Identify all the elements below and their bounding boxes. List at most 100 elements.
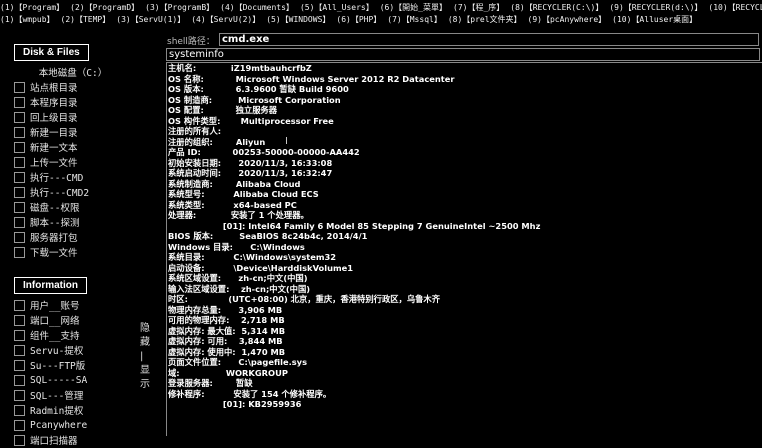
output-line: 虚拟内存: 使用中: 1,470 MB [168,346,286,357]
quick-link[interactable]: (4)【ServU(2)】 [191,15,260,24]
sidebar-item-label: 端口扫描器 [30,436,78,447]
output-line: 输入法区域设置: zh-cn;中文(中国) [168,283,311,294]
sidebar-item[interactable]: SQL---管理 [14,388,124,402]
quick-link[interactable]: (7)【Mssql】 [387,15,442,24]
sidebar-item[interactable]: 磁盘--权限 [14,200,124,214]
output-line: 物理内存总量: 3,906 MB [168,304,283,315]
checkbox-icon [14,359,25,371]
sidebar-item-label: Su---FTP版 [30,361,86,372]
sidebar-item[interactable]: 站点根目录 [14,80,124,94]
quick-link[interactable]: (10)【RECYCLER(e:\)】 [708,3,762,12]
sidebar-item[interactable]: 执行---CMD2 [14,185,124,199]
sidebar-item-label: 服务器打包 [30,233,78,244]
quick-links-row-2: (1)【wmpub】 (2)【TEMP】 (3)【ServU(1)】 (4)【Serv… [0,13,762,26]
quick-link[interactable]: (3)【ServU(1)】 [116,15,185,24]
toggle-char[interactable]: 显 [140,364,154,378]
sidebar-item-label: 执行---CMD2 [30,188,90,199]
sidebar-item-label: Radmin提权 [30,406,84,417]
quick-link[interactable]: (1)【Program】 [0,3,64,12]
sidebar-item-label: 站点根目录 [30,83,78,94]
output-line: 域: WORKGROUP [168,367,288,378]
sidebar-item[interactable]: 本地磁盘（C:） [14,65,124,79]
output-line: 初始安装日期: 2020/11/3, 16:33:08 [168,157,333,168]
sidebar-item[interactable]: Su---FTP版 [14,358,124,372]
quick-link[interactable]: (6)【PHP】 [336,15,381,24]
sidebar-item-label: 新建一文本 [30,143,78,154]
sidebar-item[interactable]: 新建一文本 [14,140,124,154]
toggle-char[interactable]: 示 [140,378,154,392]
disk-files-menu: 本地磁盘（C:） 站点根目录 本程序目录 回上级目录 新建一目录 新建一文本 上传一文件 执行… [12,65,124,259]
checkbox-icon [14,171,25,183]
output-line: 系统区域设置: zh-cn;中文(中国) [168,273,308,283]
sidebar-item[interactable]: 上传一文件 [14,155,124,169]
quick-link[interactable]: (9)【RECYCLER(d:\)】 [609,3,702,12]
sidebar-item[interactable]: 执行---CMD [14,170,124,184]
information-title: Information [14,277,87,294]
sidebar-item[interactable]: Pcanywhere [14,418,124,432]
checkbox-icon [14,216,25,228]
sidebar-item[interactable]: 回上级目录 [14,110,124,124]
sidebar-item[interactable]: 用户__账号 [14,298,124,312]
sidebar-item[interactable]: Radmin提权 [14,403,124,417]
sidebar-item-label: Servu-提权 [30,346,84,357]
sidebar-item[interactable]: 端口__网络 [14,313,124,327]
toggle-char[interactable]: 藏 [140,336,154,350]
quick-link[interactable]: (7)【程_序】 [453,3,504,12]
checkbox-icon [14,111,25,123]
checkbox-icon [14,156,25,168]
quick-link[interactable]: (2)【TEMP】 [61,15,111,24]
output-line: OS 名称: Microsoft Windows Server 2012 R2 … [168,73,455,84]
quick-link[interactable]: (5)【All_Users】 [300,3,374,12]
sidebar-item[interactable]: Servu-提权 [14,343,124,357]
quick-link[interactable]: (2)【ProgramD】 [70,3,139,12]
output-line: 登录服务器: 暂缺 [168,378,253,388]
output-line: 系统类型: x64-based PC [168,199,297,210]
checkbox-icon [14,186,25,198]
checkbox-icon [14,96,25,108]
quick-link[interactable]: (6)【開始_菜單】 [380,3,447,12]
shell-path-label: shell路径： [167,37,215,47]
sidebar-item[interactable]: 新建一目录 [14,125,124,139]
sidebar-item-label: Pcanywhere [30,419,88,431]
output-line: OS 制造商: Microsoft Corporation [168,94,341,105]
output-line: OS 版本: 6.3.9600 暂缺 Build 9600 [168,84,349,94]
checkbox-icon [14,299,25,311]
quick-link[interactable]: (10)【Alluser桌面】 [612,15,697,24]
sidebar-item[interactable]: 端口扫描器 [14,433,124,447]
quick-link[interactable]: (8)【RECYCLER(C:\)】 [510,3,603,12]
quick-link[interactable]: (5)【WINDOWS】 [266,15,330,24]
output-line: 虚拟内存: 可用: 3,844 MB [168,336,283,346]
sidebar-item[interactable]: 服务器打包 [14,230,124,244]
shell-path-input[interactable] [219,33,759,46]
command-input[interactable] [166,48,760,61]
output-line: 主机名: iZ19mtbauhcrfbZ [168,63,312,73]
sidebar-item-label: 组件__支持 [30,331,80,342]
checkbox-icon [14,231,25,243]
quick-link[interactable]: (9)【pcAnywhere】 [528,15,607,24]
quick-link[interactable]: (4)【Documents】 [220,3,294,12]
quick-link[interactable]: (1)【wmpub】 [0,15,55,24]
sidebar-item[interactable]: 下载一文件 [14,245,124,259]
toggle-char[interactable]: 隐 [140,322,154,336]
information-panel: Information 用户__账号 端口__网络组件__支持 Servu-提权 Su… [12,273,124,448]
sidebar-item[interactable]: 组件__支持 [14,328,124,342]
checkbox-icon [14,344,25,356]
sidebar-item[interactable]: SQL-----SA [14,373,124,387]
sidebar-item[interactable]: 脚本--探测 [14,215,124,229]
toggle-char[interactable]: | [140,350,154,364]
quick-link[interactable]: (8)【prel文件夹】 [448,15,522,24]
sidebar-item[interactable]: 本程序目录 [14,95,124,109]
output-line: 注册的所有人: [168,126,222,136]
hide-show-toggle[interactable]: 隐藏 | 显示 [140,322,154,392]
checkbox-icon [14,419,25,431]
sidebar-item-label: 回上级目录 [30,113,78,124]
quick-link[interactable]: (3)【ProgramB】 [145,3,214,12]
sidebar-item-label: 下载一文件 [30,248,78,259]
output-line: 时区: (UTC+08:00) 北京，重庆，香港特别行政区，乌鲁木齐 [168,294,441,304]
sidebar-item-label: 用户__账号 [30,301,80,312]
sidebar-item-label: SQL---管理 [30,391,84,402]
output-line: 系统型号: Alibaba Cloud ECS [168,189,319,199]
checkbox-icon [14,141,25,153]
output-line: 产品 ID: 00253-50000-00000-AA442 [168,147,360,157]
sidebar-item-label: 上传一文件 [30,158,78,169]
